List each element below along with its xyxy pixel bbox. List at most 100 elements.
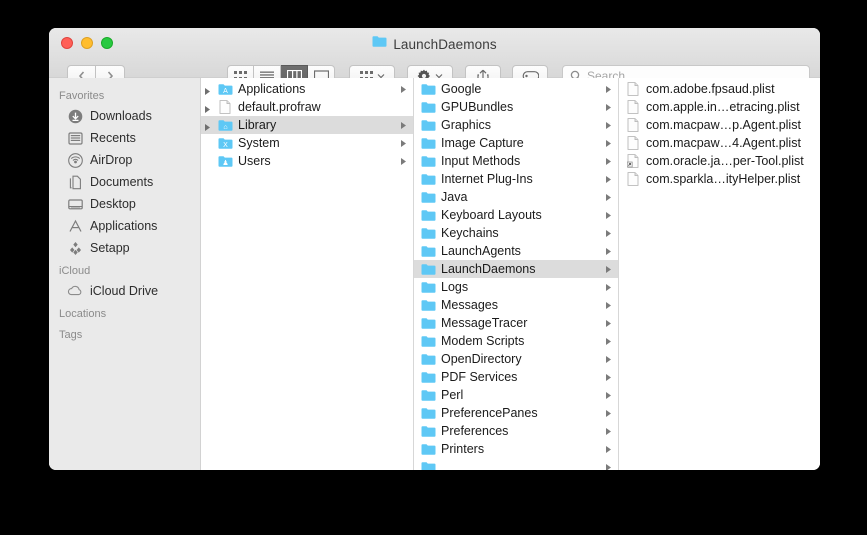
disclosure-triangle-icon[interactable] bbox=[204, 103, 211, 117]
column-row[interactable]: MessageTracer bbox=[414, 314, 618, 332]
row-label: Users bbox=[238, 154, 271, 168]
row-label: LaunchDaemons bbox=[441, 262, 536, 276]
sidebar-item-airdrop[interactable]: AirDrop bbox=[49, 149, 200, 171]
document-icon bbox=[217, 100, 233, 114]
column-library[interactable]: Google GPUBundles Graphics Image Capture Inp… bbox=[414, 78, 619, 470]
row-label: Graphics bbox=[441, 118, 492, 132]
column-row[interactable]: com.sparkla…ityHelper.plist bbox=[619, 170, 820, 188]
finder-window: LaunchDaemons Search Favorites Downloads… bbox=[49, 28, 820, 470]
column-row[interactable]: Preferences bbox=[414, 422, 618, 440]
column-row[interactable]: com.apple.in…etracing.plist bbox=[619, 98, 820, 116]
column-chevron-icon bbox=[399, 157, 408, 166]
column-chevron-icon bbox=[604, 283, 613, 292]
row-label: com.macpaw…p.Agent.plist bbox=[646, 118, 801, 132]
column-row[interactable]: LaunchAgents bbox=[414, 242, 618, 260]
library-folder-icon: ⌂ bbox=[217, 119, 233, 132]
column-row[interactable]: Messages bbox=[414, 296, 618, 314]
column-row[interactable]: Keychains bbox=[414, 224, 618, 242]
sidebar-section-header: iCloud bbox=[59, 265, 91, 277]
column-row[interactable]: Logs bbox=[414, 278, 618, 296]
column-row[interactable]: default.profraw bbox=[201, 98, 413, 116]
column-row[interactable]: Modem Scripts bbox=[414, 332, 618, 350]
sidebar-item-label: AirDrop bbox=[90, 153, 133, 167]
column-row[interactable]: ⌂ Library bbox=[201, 116, 413, 134]
downloads-icon bbox=[67, 108, 83, 124]
row-label: Applications bbox=[238, 82, 306, 96]
window-body: Favorites Downloads Recents AirDrop Document… bbox=[49, 78, 820, 470]
column-chevron-icon bbox=[604, 319, 613, 328]
column-chevron-icon bbox=[604, 157, 613, 166]
column-row[interactable]: Image Capture bbox=[414, 134, 618, 152]
window-title: LaunchDaemons bbox=[49, 35, 820, 53]
column-row[interactable]: com.macpaw…p.Agent.plist bbox=[619, 116, 820, 134]
column-row[interactable]: com.macpaw…4.Agent.plist bbox=[619, 134, 820, 152]
sidebar: Favorites Downloads Recents AirDrop Document… bbox=[49, 78, 201, 470]
folder-icon bbox=[420, 155, 436, 168]
column-row[interactable]: Google bbox=[414, 80, 618, 98]
sidebar-item-applications[interactable]: Applications bbox=[49, 215, 200, 237]
row-label: com.apple.in…etracing.plist bbox=[646, 100, 800, 114]
column-row[interactable]: LaunchDaemons bbox=[414, 260, 618, 278]
row-label: Logs bbox=[441, 280, 469, 294]
column-row[interactable]: Internet Plug-Ins bbox=[414, 170, 618, 188]
column-row[interactable]: Perl bbox=[414, 386, 618, 404]
plist-document-icon bbox=[625, 100, 641, 114]
column-row[interactable]: Printers bbox=[414, 440, 618, 458]
sidebar-item-recents[interactable]: Recents bbox=[49, 127, 200, 149]
column-row[interactable]: Graphics bbox=[414, 116, 618, 134]
documents-icon bbox=[67, 174, 83, 190]
folder-icon bbox=[420, 101, 436, 114]
plist-alias-document-icon bbox=[625, 154, 641, 168]
disclosure-triangle-icon[interactable] bbox=[204, 121, 211, 135]
sidebar-item-label: iCloud Drive bbox=[90, 284, 159, 298]
column-row[interactable]: com.oracle.ja…per-Tool.plist bbox=[619, 152, 820, 170]
column-row[interactable]: OpenDirectory bbox=[414, 350, 618, 368]
row-label: Messages bbox=[441, 298, 498, 312]
column-row[interactable]: PreferencePanes bbox=[414, 404, 618, 422]
sidebar-item-desktop[interactable]: Desktop bbox=[49, 193, 200, 215]
column-root[interactable]: A Applications default.profraw ⌂ Library X Sys… bbox=[201, 78, 414, 470]
row-label: Image Capture bbox=[441, 136, 524, 150]
column-chevron-icon bbox=[604, 427, 613, 436]
row-label: Printers bbox=[441, 442, 485, 456]
disclosure-triangle-icon[interactable] bbox=[204, 85, 211, 99]
column-browser: A Applications default.profraw ⌂ Library X Sys… bbox=[201, 78, 820, 470]
sidebar-item-downloads[interactable]: Downloads bbox=[49, 105, 200, 127]
column-chevron-icon bbox=[604, 301, 613, 310]
column-row[interactable]: GPUBundles bbox=[414, 98, 618, 116]
folder-icon bbox=[420, 461, 436, 470]
column-launchdaemons[interactable]: com.adobe.fpsaud.plist com.apple.in…etrac… bbox=[619, 78, 820, 470]
sidebar-item-setapp[interactable]: Setapp bbox=[49, 237, 200, 259]
row-label: Preferences bbox=[441, 424, 509, 438]
column-row[interactable]: ♟ Users bbox=[201, 152, 413, 170]
plist-document-icon bbox=[625, 118, 641, 132]
airdrop-icon bbox=[67, 152, 83, 168]
folder-icon bbox=[420, 209, 436, 222]
sidebar-item-icloud-drive[interactable]: iCloud Drive bbox=[49, 280, 200, 302]
column-row[interactable]: Keyboard Layouts bbox=[414, 206, 618, 224]
column-row[interactable]: PDF Services bbox=[414, 368, 618, 386]
column-row[interactable]: Input Methods bbox=[414, 152, 618, 170]
column-chevron-icon bbox=[604, 121, 613, 130]
row-label: MessageTracer bbox=[441, 316, 528, 330]
column-row[interactable]: com.adobe.fpsaud.plist bbox=[619, 80, 820, 98]
column-row[interactable]: X System bbox=[201, 134, 413, 152]
row-label: PDF Services bbox=[441, 370, 518, 384]
column-row[interactable]: Java bbox=[414, 188, 618, 206]
recents-icon bbox=[67, 130, 83, 146]
folder-icon bbox=[420, 353, 436, 366]
sidebar-section-header: Favorites bbox=[59, 90, 105, 102]
svg-text:⌂: ⌂ bbox=[223, 123, 227, 130]
column-row[interactable]: A Applications bbox=[201, 80, 413, 98]
row-label: Keyboard Layouts bbox=[441, 208, 542, 222]
folder-icon bbox=[420, 407, 436, 420]
folder-icon bbox=[420, 137, 436, 150]
column-row[interactable] bbox=[414, 458, 618, 470]
row-label: com.macpaw…4.Agent.plist bbox=[646, 136, 801, 150]
row-label: default.profraw bbox=[238, 100, 321, 114]
sidebar-item-documents[interactable]: Documents bbox=[49, 171, 200, 193]
row-label: Internet Plug-Ins bbox=[441, 172, 533, 186]
system-folder-icon: X bbox=[217, 137, 233, 150]
row-label: Modem Scripts bbox=[441, 334, 525, 348]
column-chevron-icon bbox=[604, 175, 613, 184]
